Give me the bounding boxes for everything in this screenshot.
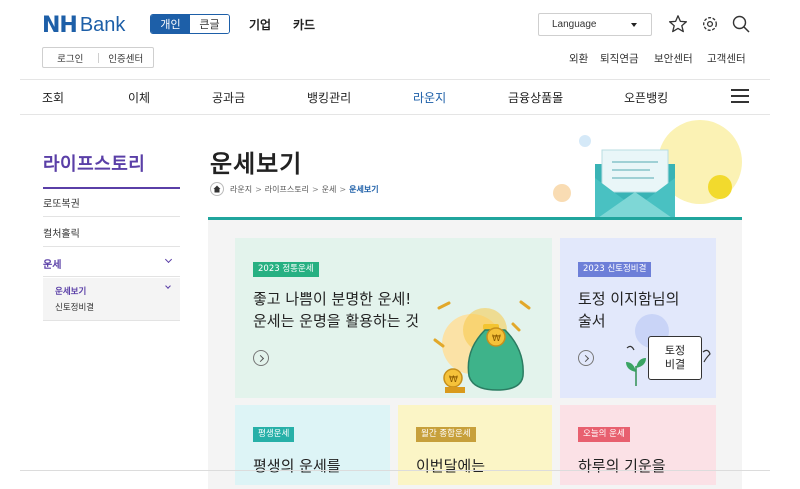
card-badge: 월간 종합운세 [416, 427, 476, 442]
breadcrumb-current: 운세보기 [349, 184, 379, 194]
cert-center-button[interactable]: 인증센터 [99, 51, 154, 65]
sidebar-item-lotto[interactable]: 로또복권 [43, 195, 180, 210]
sidebar-subitem-fortune-view[interactable]: 운세보기 [55, 285, 86, 297]
card-title-line: 평생의 운세를 [253, 457, 341, 475]
card-badge: 평생운세 [253, 427, 295, 442]
breadcrumb-item[interactable]: 라운지 [230, 184, 252, 195]
tojeong-card-2023[interactable]: 2023 신토정비결 토정 이지함님의 술서 토정 비결 [560, 238, 716, 398]
money-bag-icon: ₩ ₩ [433, 300, 531, 393]
util-link-customer[interactable]: 고객센터 [707, 51, 746, 66]
util-link-security[interactable]: 보안센터 [654, 51, 693, 66]
nav-item-open-banking[interactable]: 오픈뱅킹 [624, 89, 668, 106]
nav-bottom-divider [20, 114, 770, 115]
nav-item-utilities[interactable]: 공과금 [212, 89, 245, 106]
nav-top-divider [20, 79, 770, 80]
card-badge: 2023 정통운세 [253, 262, 319, 277]
caret-down-icon [631, 23, 637, 27]
nav-item-products[interactable]: 금융상품몰 [508, 89, 563, 106]
hamburger-menu-icon[interactable] [731, 89, 749, 103]
home-icon[interactable] [210, 182, 224, 196]
card-link[interactable]: 카드 [293, 16, 315, 33]
card-title-line: 운세는 운명을 활용하는 것 [253, 312, 420, 330]
sidebar-title-underline [43, 187, 180, 189]
large-text-mode-button[interactable]: 큰글 [190, 15, 229, 33]
page-bottom-divider [20, 470, 770, 471]
tojeong-book-icon: 토정 비결 [648, 336, 702, 380]
svg-text:₩: ₩ [492, 334, 501, 344]
auth-box: 로그인 인증센터 [42, 47, 154, 68]
view-mode-toggle: 개인 큰글 [150, 14, 230, 34]
arrow-right-icon[interactable] [578, 350, 594, 366]
sprout-icon [626, 345, 646, 386]
sidebar-item-culture[interactable]: 컬처홀릭 [43, 225, 180, 240]
nh-bank-logo[interactable]: NH Bank [42, 12, 125, 38]
breadcrumb-item[interactable]: 라이프스토리 [265, 184, 309, 195]
settings-icon[interactable] [700, 14, 720, 34]
card-title-line: 이번달에는 [416, 457, 486, 475]
card-title-line: 토정 이지함님의 [578, 290, 680, 308]
logo-bank-text: Bank [79, 13, 126, 36]
book-label: 토정 [664, 344, 686, 357]
sidebar-divider [43, 216, 180, 217]
page-title: 운세보기 [210, 150, 303, 178]
nav-item-transfer[interactable]: 이체 [128, 89, 150, 106]
daily-fortune-card[interactable]: 오늘의 운세 하루의 기운을 [560, 405, 716, 485]
logo-nh-text: NH [42, 12, 78, 38]
svg-text:₩: ₩ [449, 375, 458, 385]
sidebar-divider [43, 246, 180, 247]
star-icon[interactable] [668, 14, 688, 34]
sidebar-divider [43, 320, 180, 321]
nav-item-lounge[interactable]: 라운지 [413, 89, 446, 106]
breadcrumb: 라운지 > 라이프스토리 > 운세 > 운세보기 [210, 182, 379, 196]
sidebar-item-fortune[interactable]: 운세 [43, 256, 180, 271]
language-select[interactable]: Language [538, 13, 652, 36]
card-title-line: 좋고 나쁨이 분명한 운세! [253, 290, 412, 308]
corporate-link[interactable]: 기업 [249, 16, 271, 33]
sidebar-title: 라이프스토리 [43, 154, 146, 175]
book-label: 비결 [664, 358, 686, 371]
sidebar-divider [43, 276, 180, 277]
breadcrumb-item[interactable]: 운세 [322, 184, 337, 195]
language-select-label: Language [552, 19, 597, 30]
util-link-forex[interactable]: 외환 [569, 51, 588, 66]
card-title-line: 하루의 기운을 [578, 457, 666, 475]
fortune-card-2023[interactable]: 2023 정통운세 좋고 나쁨이 분명한 운세! 운세는 운명을 활용하는 것 … [235, 238, 552, 398]
monthly-fortune-card[interactable]: 월간 종합운세 이번달에는 [398, 405, 552, 485]
lifetime-fortune-card[interactable]: 평생운세 평생의 운세를 [235, 405, 390, 485]
nav-item-banking-mgmt[interactable]: 뱅킹관리 [307, 89, 351, 106]
sidebar-subitem-tojeong[interactable]: 신토정비결 [55, 301, 94, 313]
util-link-pension[interactable]: 퇴직연금 [600, 51, 639, 66]
card-title-line: 술서 [578, 312, 606, 330]
nav-item-inquiry[interactable]: 조회 [42, 89, 64, 106]
login-button[interactable]: 로그인 [43, 51, 98, 65]
envelope-illustration [553, 120, 742, 220]
personal-mode-button[interactable]: 개인 [151, 15, 190, 33]
sparkle-icon [702, 349, 711, 363]
search-icon[interactable] [731, 14, 751, 34]
arrow-right-icon[interactable] [253, 350, 269, 366]
card-badge: 오늘의 운세 [578, 427, 630, 442]
card-badge: 2023 신토정비결 [578, 262, 652, 277]
